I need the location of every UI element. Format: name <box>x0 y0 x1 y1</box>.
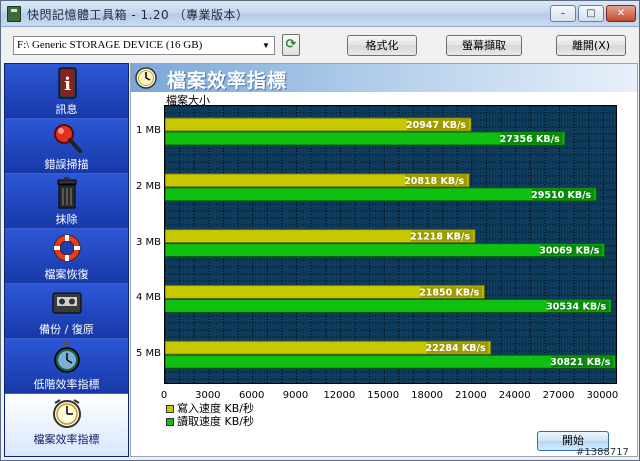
sidebar-item-label: 抹除 <box>55 213 78 226</box>
data-label: 22284 KB/s <box>426 343 486 354</box>
data-label: 27356 KB/s <box>500 134 560 145</box>
x-tick-label: 24000 <box>498 390 531 401</box>
chart-svg: 20947 KB/s 27356 KB/s 20818 KB/s 29510 KB/s… <box>165 106 616 383</box>
y-tick-label: 3 MB <box>135 236 161 248</box>
sidebar-item-label: 低階效率指標 <box>33 378 100 391</box>
x-tick-label: 6000 <box>238 390 265 401</box>
sidebar-item-erase[interactable]: 抹除 <box>5 174 128 229</box>
data-label: 21850 KB/s <box>419 287 479 298</box>
sidebar-item-label: 錯誤掃描 <box>44 158 89 171</box>
exit-button[interactable]: 離開(X) <box>556 35 626 56</box>
life-ring-icon <box>53 234 81 262</box>
maximize-button[interactable]: □ <box>578 5 604 22</box>
sidebar-item-label: 檔案效率指標 <box>33 433 100 446</box>
data-label: 29510 KB/s <box>531 190 591 201</box>
x-tick-label: 3000 <box>195 390 221 401</box>
title-bar[interactable]: 快閃記憶體工具箱 - 1.20 （專業版本） – □ ✕ <box>1 1 639 27</box>
tape-icon <box>52 292 82 314</box>
sidebar-item-file-recovery[interactable]: 檔案恢復 <box>5 229 128 284</box>
sidebar-item-backup-restore[interactable]: 備份 / 復原 <box>5 284 128 339</box>
info-icon: i <box>58 67 77 99</box>
legend-swatch-read <box>166 418 174 426</box>
format-button[interactable]: 格式化 <box>347 35 417 56</box>
sidebar-item-label: 備份 / 復原 <box>39 323 94 336</box>
panel-header: 檔案效率指標 <box>131 64 637 92</box>
trash-can-icon <box>57 177 77 209</box>
y-tick-label: 1 MB <box>135 125 161 136</box>
sidebar-item-low-level-benchmark[interactable]: 低階效率指標 <box>5 339 128 394</box>
bar-read-speed <box>165 354 616 369</box>
x-tick-label: 9000 <box>282 390 309 401</box>
bar-read-speed <box>165 298 612 313</box>
clock-icon <box>53 399 81 428</box>
x-tick-label: 0 <box>160 390 168 401</box>
sidebar-item-label: 檔案恢復 <box>44 268 89 281</box>
magnifier-icon <box>54 124 82 153</box>
data-label: 30069 KB/s <box>539 246 599 257</box>
device-select-value: F:\ Generic STORAGE DEVICE (16 GB) <box>17 39 203 51</box>
data-label: 20947 KB/s <box>406 120 466 131</box>
legend-label-read: 讀取速度 KB/秒 <box>177 415 254 428</box>
app-window: 快閃記憶體工具箱 - 1.20 （專業版本） – □ ✕ F:\ Generic… <box>0 0 640 461</box>
legend-label-write: 寫入速度 KB/秒 <box>177 402 254 415</box>
watermark-text: #1388717 <box>576 447 629 458</box>
clock-icon <box>135 67 157 89</box>
svg-text:i: i <box>64 74 71 95</box>
x-tick-label: 27000 <box>542 390 575 401</box>
data-label: 20818 KB/s <box>404 176 464 187</box>
sidebar-item-error-scan[interactable]: 錯誤掃描 <box>5 119 128 174</box>
toolbar: F:\ Generic STORAGE DEVICE (16 GB) ▼ ⟳ 格… <box>1 28 639 62</box>
sidebar-item-info[interactable]: i 訊息 <box>5 64 128 119</box>
y-tick-label: 5 MB <box>135 348 161 360</box>
window-title: 快閃記憶體工具箱 - 1.20 （專業版本） <box>27 8 249 22</box>
device-select[interactable]: F:\ Generic STORAGE DEVICE (16 GB) ▼ <box>13 36 275 55</box>
close-button[interactable]: ✕ <box>606 5 636 22</box>
legend-item-read: 讀取速度 KB/秒 <box>166 416 254 429</box>
benchmark-chart: 20947 KB/s 27356 KB/s 20818 KB/s 29510 KB/s… <box>164 105 617 384</box>
y-tick-label: 4 MB <box>135 292 161 304</box>
x-tick-label: 18000 <box>411 390 443 401</box>
x-tick-label: 15000 <box>367 390 400 401</box>
screen-capture-button[interactable]: 螢幕擷取 <box>446 35 522 56</box>
x-tick-label: 21000 <box>454 390 487 401</box>
main-panel: 檔案效率指標 檔案大小 1 MB 2 MB 3 MB 4 MB 5 MB 20947 K… <box>130 63 638 457</box>
y-tick-label: 2 MB <box>135 180 161 192</box>
app-icon <box>7 6 21 22</box>
chevron-down-icon[interactable]: ▼ <box>258 37 274 54</box>
sidebar-item-file-benchmark[interactable]: 檔案效率指標 <box>5 394 128 456</box>
page-title: 檔案效率指標 <box>167 70 288 92</box>
chart-legend: 寫入速度 KB/秒 讀取速度 KB/秒 <box>166 403 254 429</box>
sidebar-item-label: 訊息 <box>55 103 78 116</box>
stopwatch-icon <box>54 342 80 373</box>
data-label: 30821 KB/s <box>550 357 610 368</box>
x-tick-label: 12000 <box>323 390 356 401</box>
legend-swatch-write <box>166 405 174 413</box>
minimize-button[interactable]: – <box>550 5 576 22</box>
refresh-button[interactable]: ⟳ <box>282 34 300 56</box>
data-label: 21218 KB/s <box>410 232 470 243</box>
x-tick-label: 30000 <box>586 390 619 401</box>
data-label: 30534 KB/s <box>546 301 606 312</box>
sidebar: i 訊息 錯誤掃描 抹除 檔案恢復 備份 / 復原 低階效率指標 檔案效率指標 <box>4 63 129 457</box>
